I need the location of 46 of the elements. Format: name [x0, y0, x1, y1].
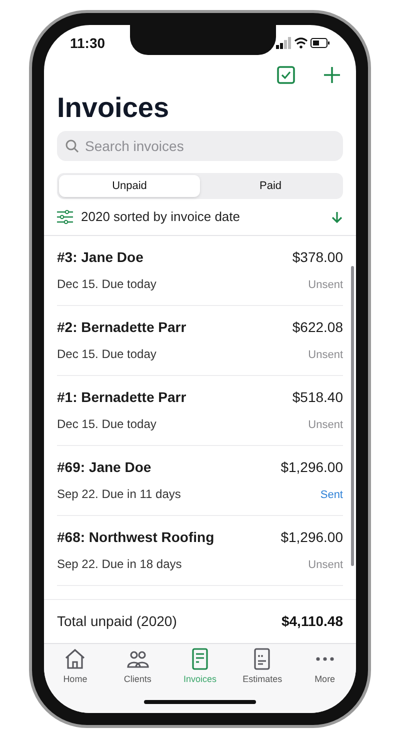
invoice-amount: $518.40	[292, 388, 343, 408]
page-title: Invoices	[57, 91, 170, 125]
total-label: Total unpaid (2020)	[57, 612, 177, 631]
invoice-row[interactable]: #69: Jane Doe $1,296.00 Sep 22. Due in 11 days Sent	[57, 446, 343, 516]
invoice-amount: $1,296.00	[280, 458, 343, 478]
due-text: Sep 22. Due in 18 days	[57, 556, 182, 574]
plus-icon	[323, 66, 341, 84]
invoice-title: #2: Bernadette Parr	[57, 318, 186, 338]
total-amount: $4,110.48	[281, 612, 343, 631]
due-text: Dec 15. Due today	[57, 416, 156, 434]
invoice-amount: $622.08	[292, 318, 343, 338]
invoice-title: #1: Bernadette Parr	[57, 388, 186, 408]
status-label: Unsent	[308, 348, 343, 364]
home-icon	[63, 647, 88, 672]
invoice-row[interactable]: #3: Jane Doe $378.00 Dec 15. Due today Unsent	[57, 236, 343, 306]
checkbox-icon	[277, 66, 295, 84]
segment-tab[interactable]: Unpaid	[59, 175, 200, 197]
more-icon	[316, 657, 334, 662]
status-label: Unsent	[308, 418, 343, 434]
invoice-row[interactable]: #1: Bernadette Parr $518.40 Dec 15. Due today Unsent	[57, 376, 343, 446]
status-label: Unsent	[308, 558, 343, 574]
segment-tab[interactable]: Paid	[200, 175, 341, 197]
due-text: Sep 22. Due in 11 days	[57, 486, 181, 504]
status-label: Sent	[320, 488, 343, 504]
tab-bar-item[interactable]: More	[294, 647, 356, 687]
due-text: Dec 15. Due today	[57, 346, 156, 364]
invoice-title: #69: Jane Doe	[57, 458, 152, 478]
invoice-amount: $378.00	[292, 248, 343, 268]
sort-label[interactable]: 2020 sorted by invoice date	[81, 207, 323, 227]
arrow-down-icon[interactable]	[331, 211, 343, 223]
invoice-row[interactable]: #2: Bernadette Parr $622.08 Dec 15. Due today Unsent	[57, 306, 343, 376]
due-text: Dec 15. Due today	[57, 276, 156, 294]
search-field[interactable]: Search invoices	[57, 131, 343, 161]
status-time: 11:30	[70, 34, 106, 52]
tab-bar-item[interactable]: Estimates	[231, 647, 294, 687]
tab-bar-item[interactable]: Home	[44, 647, 106, 687]
status-label: Unsent	[308, 278, 343, 294]
invoice-amount: $1,296.00	[280, 528, 343, 548]
tab-bar-item[interactable]: Clients	[106, 647, 169, 687]
invoice-row[interactable]: #68: Northwest Roofing $1,296.00 Sep 22. Due in 18 days Unsent	[57, 516, 343, 586]
invoice-title: #68: Northwest Roofing	[57, 528, 214, 548]
select-button[interactable]	[274, 63, 298, 87]
filter-icon	[57, 210, 73, 224]
status-icons	[276, 37, 330, 49]
search-icon	[65, 139, 79, 153]
invoice-title: #3: Jane Doe	[57, 248, 144, 268]
